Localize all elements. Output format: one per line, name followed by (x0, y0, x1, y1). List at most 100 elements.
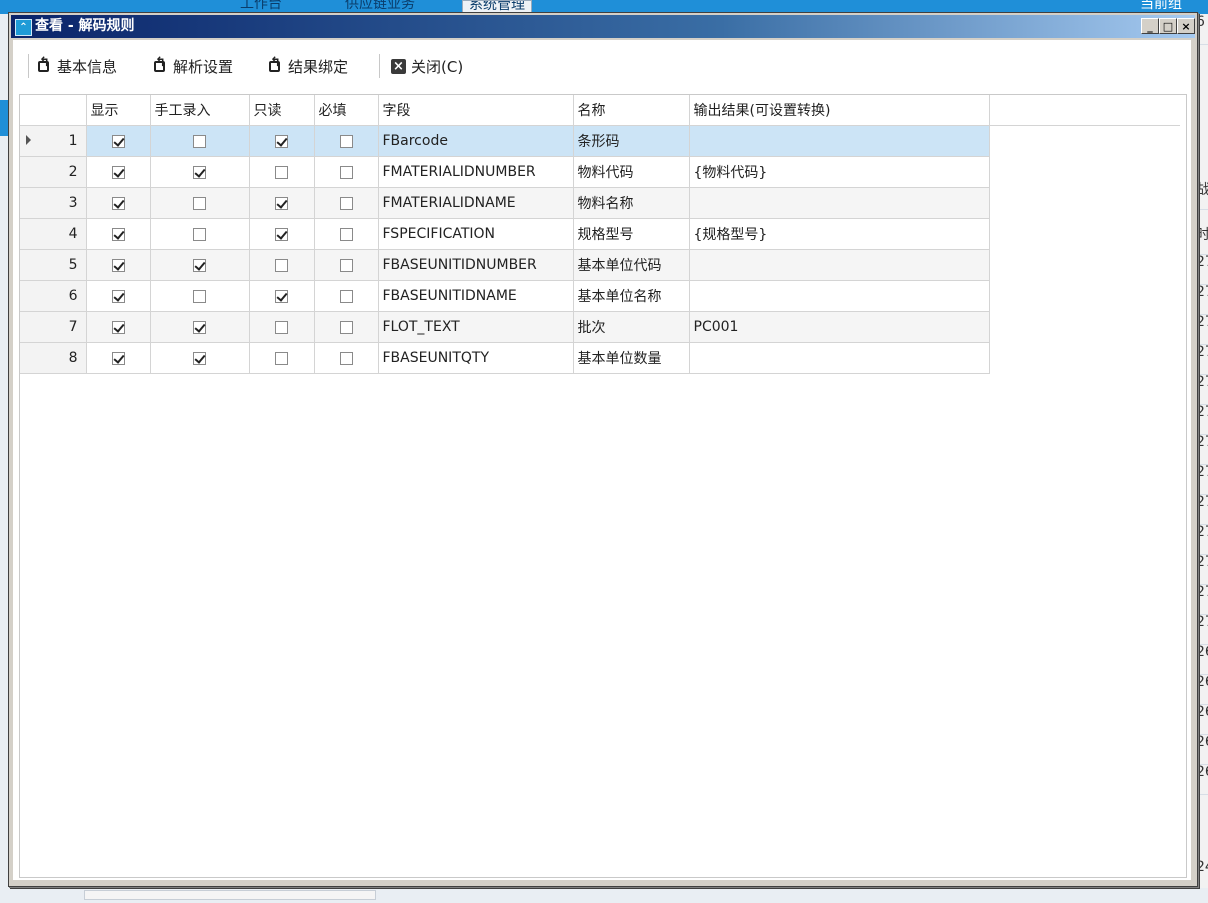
readonly-checkbox[interactable] (275, 258, 288, 272)
rules-grid: 显示 手工录入 只读 必填 字段 名称 输出结果(可设置转换) 1 FBarcod… (19, 94, 1187, 878)
row-number[interactable]: 2 (20, 156, 87, 188)
readonly-checkbox[interactable] (275, 227, 288, 241)
manual-entry-checkbox[interactable] (193, 227, 206, 241)
app-tab-workbench[interactable]: 工作台 (240, 0, 282, 12)
field-cell[interactable]: FLOT_TEXT (378, 311, 574, 343)
manual-entry-checkbox[interactable] (193, 258, 206, 272)
readonly-checkbox[interactable] (275, 289, 288, 303)
required-checkbox[interactable] (339, 351, 353, 365)
table-row[interactable]: 8 FBASEUNITQTY 基本单位数量 (20, 342, 990, 374)
output-cell[interactable] (689, 342, 990, 374)
row-number[interactable]: 1 (20, 125, 87, 157)
name-cell[interactable]: 基本单位名称 (573, 280, 690, 312)
table-row[interactable]: 3 FMATERIALIDNAME 物料名称 (20, 187, 990, 219)
output-cell[interactable] (689, 125, 990, 157)
table-row[interactable]: 4 FSPECIFICATION 规格型号 {规格型号} (20, 218, 990, 250)
show-checkbox[interactable] (111, 289, 125, 303)
table-row[interactable]: 7 FLOT_TEXT 批次 PC001 (20, 311, 990, 343)
minimize-button[interactable]: _ (1141, 18, 1159, 34)
row-number[interactable]: 7 (20, 311, 87, 343)
output-cell[interactable] (689, 187, 990, 219)
name-cell[interactable]: 批次 (573, 311, 690, 343)
required-checkbox[interactable] (339, 227, 353, 241)
show-checkbox[interactable] (111, 196, 125, 210)
table-row[interactable]: 6 FBASEUNITIDNAME 基本单位名称 (20, 280, 990, 312)
manual-entry-checkbox[interactable] (193, 320, 206, 334)
col-header-manual-entry[interactable]: 手工录入 (150, 95, 250, 126)
table-row[interactable]: 5 FBASEUNITIDNUMBER 基本单位代码 (20, 249, 990, 281)
row-number[interactable]: 3 (20, 187, 87, 219)
app-horizontal-scrollbar[interactable] (84, 890, 376, 900)
field-cell[interactable]: FBarcode (378, 125, 574, 157)
name-cell[interactable]: 条形码 (573, 125, 690, 157)
manual-entry-checkbox-cell (150, 342, 250, 374)
dialog-titlebar[interactable]: ⌃ 查看 - 解码规则 _ □ × (11, 15, 1195, 38)
name-cell[interactable]: 物料代码 (573, 156, 690, 188)
readonly-checkbox[interactable] (275, 196, 288, 210)
required-checkbox[interactable] (339, 320, 353, 334)
required-checkbox[interactable] (339, 196, 353, 210)
row-number[interactable]: 6 (20, 280, 87, 312)
basic-info-button[interactable]: 基本信息 (37, 54, 117, 78)
show-checkbox-cell (86, 249, 151, 281)
output-cell[interactable]: {规格型号} (689, 218, 990, 250)
close-button[interactable]: × (1177, 18, 1195, 34)
manual-entry-checkbox[interactable] (193, 165, 206, 179)
output-cell[interactable] (689, 280, 990, 312)
show-checkbox[interactable] (111, 134, 125, 148)
manual-entry-checkbox[interactable] (193, 196, 206, 210)
output-cell[interactable] (689, 249, 990, 281)
show-checkbox[interactable] (111, 165, 125, 179)
field-cell[interactable]: FBASEUNITQTY (378, 342, 574, 374)
required-checkbox[interactable] (339, 289, 353, 303)
col-header-field[interactable]: 字段 (378, 95, 574, 126)
output-cell[interactable]: PC001 (689, 311, 990, 343)
required-checkbox[interactable] (339, 134, 353, 148)
show-checkbox[interactable] (111, 227, 125, 241)
row-number-label: 3 (68, 195, 78, 211)
required-checkbox[interactable] (339, 165, 353, 179)
readonly-checkbox-cell (249, 280, 315, 312)
required-checkbox[interactable] (339, 258, 353, 272)
field-cell[interactable]: FMATERIALIDNAME (378, 187, 574, 219)
result-binding-button[interactable]: 结果绑定 (268, 54, 348, 78)
field-cell[interactable]: FMATERIALIDNUMBER (378, 156, 574, 188)
row-number[interactable]: 5 (20, 249, 87, 281)
col-header-required[interactable]: 必填 (314, 95, 379, 126)
manual-entry-checkbox[interactable] (193, 134, 206, 148)
maximize-button[interactable]: □ (1159, 18, 1177, 34)
name-cell[interactable]: 规格型号 (573, 218, 690, 250)
col-header-show[interactable]: 显示 (86, 95, 151, 126)
field-cell[interactable]: FBASEUNITIDNAME (378, 280, 574, 312)
parse-settings-button[interactable]: 解析设置 (153, 54, 233, 78)
name-cell[interactable]: 基本单位数量 (573, 342, 690, 374)
readonly-checkbox[interactable] (275, 320, 288, 334)
show-checkbox[interactable] (111, 258, 125, 272)
col-header-name[interactable]: 名称 (573, 95, 690, 126)
name-cell[interactable]: 基本单位代码 (573, 249, 690, 281)
readonly-checkbox[interactable] (275, 351, 288, 365)
row-number[interactable]: 4 (20, 218, 87, 250)
manual-entry-checkbox[interactable] (193, 289, 206, 303)
col-header-output[interactable]: 输出结果(可设置转换) (689, 95, 990, 126)
show-checkbox[interactable] (111, 351, 125, 365)
table-row[interactable]: 1 FBarcode 条形码 (20, 125, 990, 157)
refresh-icon (153, 55, 168, 74)
dialog-title: 查看 - 解码规则 (35, 18, 135, 34)
output-cell[interactable]: {物料代码} (689, 156, 990, 188)
readonly-checkbox[interactable] (275, 134, 288, 148)
row-number-label: 8 (68, 350, 78, 366)
name-cell[interactable]: 物料名称 (573, 187, 690, 219)
app-tab-supply-chain[interactable]: 供应链业务 (345, 0, 415, 12)
field-cell[interactable]: FSPECIFICATION (378, 218, 574, 250)
close-toolbar-button[interactable]: × 关闭(C) (391, 54, 463, 78)
readonly-checkbox-cell (249, 156, 315, 188)
row-number[interactable]: 8 (20, 342, 87, 374)
show-checkbox[interactable] (111, 320, 125, 334)
col-header-readonly[interactable]: 只读 (249, 95, 315, 126)
manual-entry-checkbox[interactable] (193, 351, 206, 365)
field-cell[interactable]: FBASEUNITIDNUMBER (378, 249, 574, 281)
row-number-label: 2 (68, 164, 78, 180)
readonly-checkbox[interactable] (275, 165, 288, 179)
table-row[interactable]: 2 FMATERIALIDNUMBER 物料代码 {物料代码} (20, 156, 990, 188)
